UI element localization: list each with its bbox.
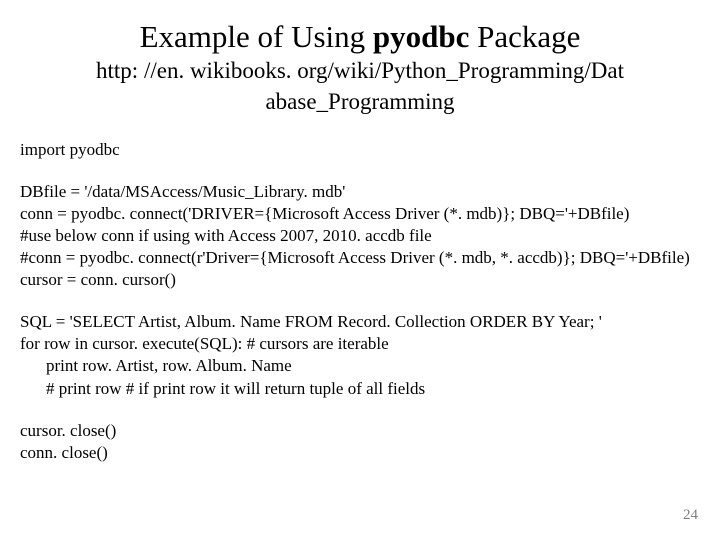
code-line: conn. close() bbox=[20, 442, 692, 464]
slide: Example of Using pyodbc Package http: //… bbox=[0, 0, 720, 540]
code-line: conn = pyodbc. connect('DRIVER={Microsof… bbox=[20, 203, 692, 225]
code-line: # print row # if print row it will retur… bbox=[20, 378, 692, 400]
source-url-line2: abase_Programming bbox=[28, 88, 692, 117]
code-line: DBfile = '/data/MSAccess/Music_Library. … bbox=[20, 181, 692, 203]
code-line: SQL = 'SELECT Artist, Album. Name FROM R… bbox=[20, 311, 692, 333]
slide-title: Example of Using pyodbc Package bbox=[28, 18, 692, 55]
title-bold: pyodbc bbox=[373, 19, 469, 54]
code-line: import pyodbc bbox=[20, 139, 692, 161]
title-pre: Example of Using bbox=[140, 19, 373, 54]
code-line: #conn = pyodbc. connect(r'Driver={Micros… bbox=[20, 247, 692, 269]
source-url-line1: http: //en. wikibooks. org/wiki/Python_P… bbox=[28, 57, 692, 86]
page-number: 24 bbox=[683, 507, 698, 524]
code-block: import pyodbc DBfile = '/data/MSAccess/M… bbox=[20, 139, 692, 464]
code-line: #use below conn if using with Access 200… bbox=[20, 225, 692, 247]
title-post: Package bbox=[469, 19, 580, 54]
code-line: for row in cursor. execute(SQL): # curso… bbox=[20, 333, 692, 355]
code-line: cursor. close() bbox=[20, 420, 692, 442]
code-line: print row. Artist, row. Album. Name bbox=[20, 355, 692, 377]
code-line: cursor = conn. cursor() bbox=[20, 269, 692, 291]
